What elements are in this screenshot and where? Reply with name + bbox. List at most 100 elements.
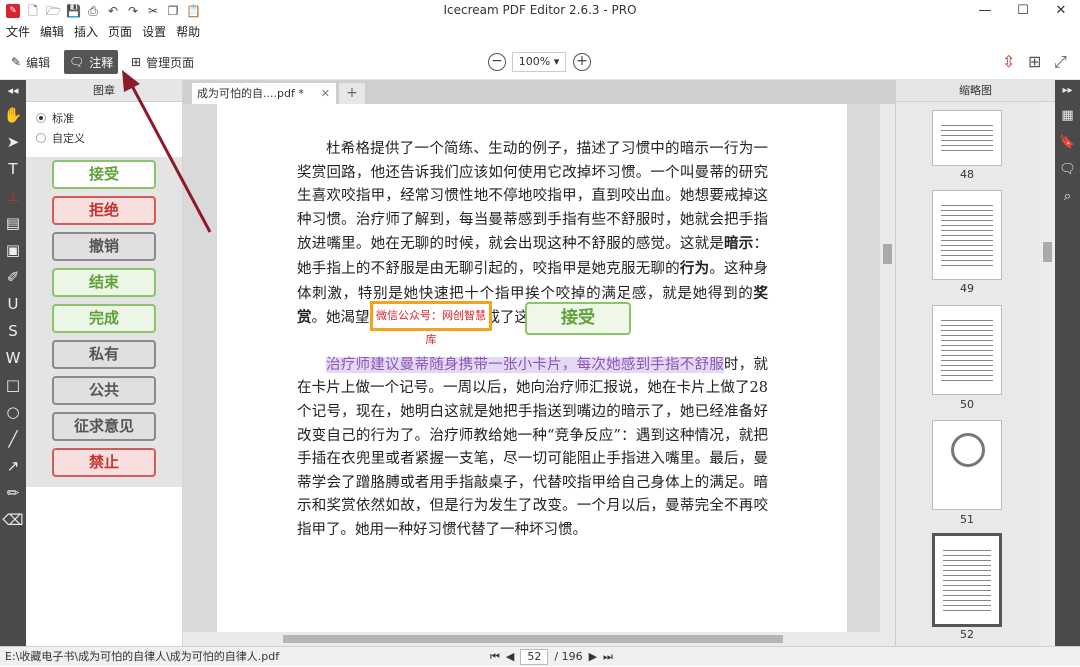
highlight-tool-icon[interactable]: ✐ <box>0 264 26 291</box>
search-icon[interactable]: ⌕ <box>1055 183 1080 210</box>
stamp-end[interactable]: 结束 <box>52 268 156 297</box>
single-page-view-icon[interactable]: ⇳ <box>1002 52 1015 71</box>
menu-bar: 文件 编辑 插入 页面 设置 帮助 <box>0 22 400 42</box>
new-file-icon[interactable]: 🗋 <box>26 3 40 19</box>
document-vertical-scrollbar[interactable] <box>880 104 895 646</box>
undo-icon[interactable]: ↶ <box>106 3 120 19</box>
scroll-thumb[interactable] <box>283 635 783 643</box>
stamp-accept[interactable]: 接受 <box>52 160 156 189</box>
stamp-panel-title: 图章 <box>26 80 182 102</box>
bookmark-icon[interactable]: 🔖 <box>1055 129 1080 156</box>
page-navigator: ⏮ ◀ 52 / 196 ▶ ⏭ <box>490 647 613 667</box>
pdf-page[interactable]: 杜希格提供了一个简练、生动的例子，描述了习惯中的暗示一行为一奖赏回路，他还告诉我… <box>217 104 847 632</box>
save-icon[interactable]: 💾 <box>66 3 81 19</box>
thumbnails-icon[interactable]: ▦ <box>1055 102 1080 129</box>
page-thumbnail[interactable] <box>932 110 1002 166</box>
fullscreen-icon[interactable]: ⤢ <box>1054 52 1067 72</box>
comments-icon[interactable]: 🗨 <box>1055 156 1080 183</box>
thumbnail-page-number: 50 <box>960 398 974 411</box>
redo-icon[interactable]: ↷ <box>126 3 140 19</box>
stamp-completed[interactable]: 完成 <box>52 304 156 333</box>
manage-pages-button[interactable]: ⊞ 管理页面 <box>126 50 199 74</box>
current-page-input[interactable]: 52 <box>520 649 549 665</box>
zoom-out-icon[interactable]: − <box>488 53 506 71</box>
thumbnail-scrollbar[interactable] <box>1040 102 1055 646</box>
page-thumbnail-current[interactable] <box>932 533 1002 627</box>
menu-edit[interactable]: 编辑 <box>40 22 64 42</box>
underline-tool-icon[interactable]: U <box>0 291 26 318</box>
strikeout-tool-icon[interactable]: S <box>0 318 26 345</box>
menu-page[interactable]: 页面 <box>108 22 132 42</box>
select-tool-icon[interactable]: ➤ <box>0 129 26 156</box>
rectangle-tool-icon[interactable]: □ <box>0 372 26 399</box>
stamp-void[interactable]: 撤销 <box>52 232 156 261</box>
line-tool-icon[interactable]: ╱ <box>0 426 26 453</box>
stamp-option-custom[interactable]: 自定义 <box>26 128 182 148</box>
stamp-tool-icon[interactable]: ⊥ <box>0 183 26 210</box>
manage-pages-label: 管理页面 <box>146 55 195 70</box>
pen-tool-icon[interactable]: ✏ <box>0 480 26 507</box>
document-area: 成为可怕的自....pdf * ✕ + 杜希格提供了一个简练、生动的例子，描述了… <box>183 80 895 646</box>
stamp-panel: 图章 标准 自定义 接受 拒绝 撤销 结束 完成 私有 公共 征求意见 禁止 <box>26 80 183 646</box>
watermark-label: 微信公众号：网创智慧库 <box>370 301 492 346</box>
close-tab-icon[interactable]: ✕ <box>321 83 330 104</box>
maximize-button[interactable]: ☐ <box>1004 0 1042 22</box>
menu-insert[interactable]: 插入 <box>74 22 98 42</box>
menu-file[interactable]: 文件 <box>6 22 30 42</box>
menu-help[interactable]: 帮助 <box>176 22 200 42</box>
stamp-forbidden[interactable]: 禁止 <box>52 448 156 477</box>
text-tool-icon[interactable]: T <box>0 156 26 183</box>
eraser-tool-icon[interactable]: ⌫ <box>0 507 26 534</box>
tab-strip: 成为可怕的自....pdf * ✕ + <box>183 80 895 104</box>
zoom-select[interactable]: 100% ▾ <box>512 52 566 72</box>
print-icon[interactable]: ⎙ <box>86 3 100 19</box>
expand-panel-icon[interactable]: ▸▸ <box>1055 80 1080 102</box>
document-horizontal-scrollbar[interactable] <box>183 632 880 646</box>
arrow-tool-icon[interactable]: ↗ <box>0 453 26 480</box>
right-tools-bar: ▸▸ ▦ 🔖 🗨 ⌕ <box>1055 80 1080 646</box>
zoom-in-icon[interactable]: + <box>573 53 591 71</box>
paste-icon[interactable]: 📋 <box>186 3 201 19</box>
first-page-icon[interactable]: ⏮ <box>490 647 500 667</box>
previous-page-icon[interactable]: ◀ <box>506 647 514 667</box>
squiggly-tool-icon[interactable]: W <box>0 345 26 372</box>
page-thumbnail[interactable] <box>932 420 1002 510</box>
highlighted-text[interactable]: 治疗师建议曼蒂随身携带一张小卡片，每次她感到手指不舒服 <box>326 356 725 373</box>
thumbnail-page-number: 51 <box>960 513 974 526</box>
title-bar: ✎ 🗋 🗁 💾 ⎙ ↶ ↷ ✂ ❐ 📋 Icecream PDF Editor … <box>0 0 1080 22</box>
new-tab-button[interactable]: + <box>339 83 365 104</box>
menu-settings[interactable]: 设置 <box>142 22 166 42</box>
cut-icon[interactable]: ✂ <box>146 3 160 19</box>
minimize-button[interactable]: — <box>966 0 1004 22</box>
comment-icon: 🗨 <box>69 55 85 69</box>
thumbnail-panel-title: 缩略图 <box>896 80 1055 102</box>
scroll-thumb[interactable] <box>1043 242 1052 262</box>
last-page-icon[interactable]: ⏭ <box>603 647 613 667</box>
total-pages: / 196 <box>554 650 583 663</box>
scroll-thumb[interactable] <box>883 244 892 264</box>
ellipse-tool-icon[interactable]: ○ <box>0 399 26 426</box>
page-thumbnail[interactable] <box>932 190 1002 280</box>
grid-view-icon[interactable]: ⊞ <box>1028 52 1041 71</box>
thumbnail-page-number: 49 <box>960 282 974 295</box>
annotate-mode-button[interactable]: 🗨 注释 <box>64 50 119 74</box>
stamp-option-standard[interactable]: 标准 <box>26 108 182 128</box>
open-folder-icon[interactable]: 🗁 <box>46 3 61 19</box>
stamp-public[interactable]: 公共 <box>52 376 156 405</box>
copy-icon[interactable]: ❐ <box>166 3 180 19</box>
note-tool-icon[interactable]: ▤ <box>0 210 26 237</box>
next-page-icon[interactable]: ▶ <box>589 647 597 667</box>
hand-tool-icon[interactable]: ✋ <box>0 102 26 129</box>
edit-mode-button[interactable]: ✎ 编辑 <box>6 50 55 74</box>
stamp-reject[interactable]: 拒绝 <box>52 196 156 225</box>
radio-icon <box>36 113 46 123</box>
document-tab[interactable]: 成为可怕的自....pdf * ✕ <box>192 83 336 104</box>
stamp-private[interactable]: 私有 <box>52 340 156 369</box>
placed-stamp-accept[interactable]: 接受 <box>525 302 631 335</box>
stamp-for-comment[interactable]: 征求意见 <box>52 412 156 441</box>
page-thumbnail[interactable] <box>932 305 1002 395</box>
textbox-tool-icon[interactable]: ▣ <box>0 237 26 264</box>
main-toolbar: ✎ 编辑 🗨 注释 ⊞ 管理页面 − 100% ▾ + ⇳ ⊞ ⤢ <box>0 44 1080 80</box>
close-button[interactable]: ✕ <box>1042 0 1080 22</box>
collapse-panel-icon[interactable]: ◂◂ <box>0 80 26 102</box>
